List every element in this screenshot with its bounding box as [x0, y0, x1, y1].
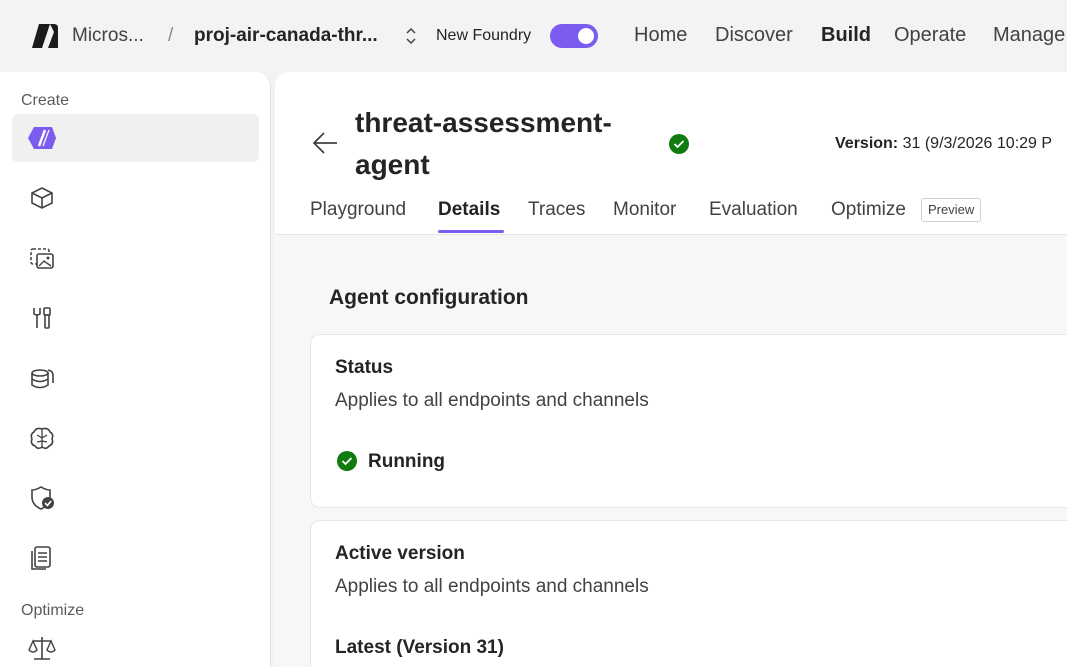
version-label: Version: [835, 135, 899, 152]
nav-home[interactable]: Home [634, 24, 687, 47]
status-card-subtitle: Applies to all endpoints and channels [335, 390, 649, 411]
active-version-title: Active version [335, 543, 465, 564]
nav-manage[interactable]: Manage [993, 24, 1065, 47]
sidebar-item-images[interactable] [12, 234, 259, 282]
sidebar-item-guardrails[interactable] [12, 474, 259, 522]
guardrails-icon [31, 486, 54, 510]
active-tab-indicator [438, 230, 504, 233]
models-icon [31, 187, 53, 209]
agent-header: threat-assessment-agent Version: 31 (9/3… [275, 72, 1067, 235]
images-icon [30, 248, 54, 269]
new-foundry-toggle[interactable] [550, 24, 598, 48]
top-bar: Micros... / proj-air-canada-thr... New F… [0, 0, 1067, 72]
section-title: Agent configuration [329, 286, 529, 309]
documents-icon [31, 546, 51, 570]
main-content: threat-assessment-agent Version: 31 (9/3… [275, 72, 1067, 667]
foundry-logo-icon[interactable] [30, 22, 60, 50]
evaluation-scale-icon [28, 637, 56, 660]
data-icon [31, 369, 54, 389]
knowledge-icon [30, 427, 54, 450]
back-arrow-icon[interactable] [311, 129, 339, 157]
sidebar-section-create: Create [21, 92, 70, 109]
chevron-up-down-icon[interactable] [404, 25, 418, 47]
sidebar-item-tools[interactable] [12, 294, 259, 342]
tab-monitor[interactable]: Monitor [613, 199, 676, 221]
breadcrumb-separator: / [168, 25, 174, 46]
tools-icon [33, 307, 51, 329]
tab-evaluation[interactable]: Evaluation [709, 199, 798, 221]
status-card: Status Applies to all endpoints and chan… [310, 334, 1067, 508]
project-name[interactable]: proj-air-canada-thr... [194, 25, 378, 47]
sidebar-item-data[interactable] [12, 354, 259, 402]
version-value: 31 (9/3/2026 10:29 P [902, 135, 1053, 152]
nav-operate[interactable]: Operate [894, 24, 966, 47]
sidebar-item-knowledge[interactable] [12, 414, 259, 462]
tab-playground[interactable]: Playground [310, 199, 406, 221]
sidebar-item-agents[interactable] [12, 114, 259, 162]
active-version-card: Active version Applies to all endpoints … [310, 520, 1067, 667]
preview-badge: Preview [921, 198, 982, 222]
status-check-icon [669, 134, 689, 154]
new-foundry-label: New Foundry [436, 27, 532, 44]
org-name[interactable]: Micros... [72, 25, 144, 47]
status-card-title: Status [335, 357, 394, 378]
running-check-icon [337, 451, 357, 471]
version-info: Version: 31 (9/3/2026 10:29 P [835, 135, 1052, 153]
active-version-value[interactable]: Latest (Version 31) [335, 637, 504, 659]
tab-optimize[interactable]: Optimize [831, 199, 906, 221]
nav-build[interactable]: Build [821, 24, 871, 47]
agents-icon [28, 127, 56, 149]
nav-discover[interactable]: Discover [715, 24, 793, 47]
active-version-subtitle: Applies to all endpoints and channels [335, 576, 649, 597]
tab-details[interactable]: Details [438, 199, 500, 221]
sidebar-item-evaluation[interactable] [12, 624, 259, 667]
toggle-knob [578, 28, 594, 44]
tab-traces[interactable]: Traces [528, 199, 585, 221]
agent-title: threat-assessment-agent [355, 107, 612, 180]
status-value: Running [368, 451, 446, 472]
sidebar-section-optimize: Optimize [21, 602, 85, 619]
sidebar: Create Optimize [0, 72, 271, 667]
sidebar-item-documents[interactable] [12, 534, 259, 582]
sidebar-item-models[interactable] [12, 174, 259, 222]
